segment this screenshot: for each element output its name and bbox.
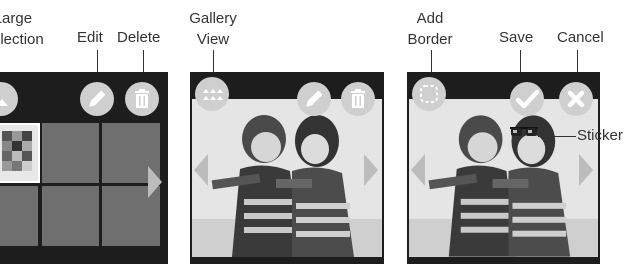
gallery-view-label: Gallery View [189,10,237,48]
sticker-callout-line [538,136,576,137]
photo [409,99,598,257]
edit-view-screen [407,72,600,264]
thumbnail-photo [0,125,38,181]
checkmark-icon [515,89,540,109]
save-button[interactable] [510,82,544,116]
gallery-icon [203,89,223,100]
large-selection-icon [0,99,8,106]
large-selection-button[interactable] [0,82,18,116]
photo-view-screen [190,72,384,264]
thumbnail[interactable] [42,123,99,183]
dotted-square-icon [420,85,438,103]
add-border-button[interactable] [412,77,446,111]
right-arrow-icon[interactable] [148,166,162,198]
right-arrow-icon[interactable] [364,154,378,186]
left-arrow-icon[interactable] [194,154,208,186]
gallery-view-button[interactable] [195,77,229,111]
edit-button[interactable] [297,82,331,116]
x-icon [567,90,585,108]
delete-label: Delete [117,29,161,46]
delete-button[interactable] [341,82,375,116]
left-arrow-icon[interactable] [411,154,425,186]
save-label: Save [499,29,534,46]
thumbnail[interactable] [0,186,38,246]
pencil-icon [306,90,323,107]
sunglasses-icon[interactable] [510,125,538,137]
cancel-button[interactable] [559,82,593,116]
delete-button[interactable] [125,82,159,116]
sticker-label: Sticker [577,127,623,144]
trash-icon [135,89,149,108]
pencil-icon [89,90,106,107]
trash-icon [351,89,365,108]
cancel-label: Cancel [557,29,604,46]
gallery-screen [0,72,168,264]
right-arrow-icon[interactable] [579,154,593,186]
add-border-label: Add Border [407,10,453,48]
edit-label: Edit [77,29,103,46]
edit-button[interactable] [80,82,114,116]
thumbnail-selected[interactable] [0,123,40,183]
large-selection-label: Large Selection [0,10,44,48]
thumbnail[interactable] [42,186,99,246]
photo [192,99,382,257]
